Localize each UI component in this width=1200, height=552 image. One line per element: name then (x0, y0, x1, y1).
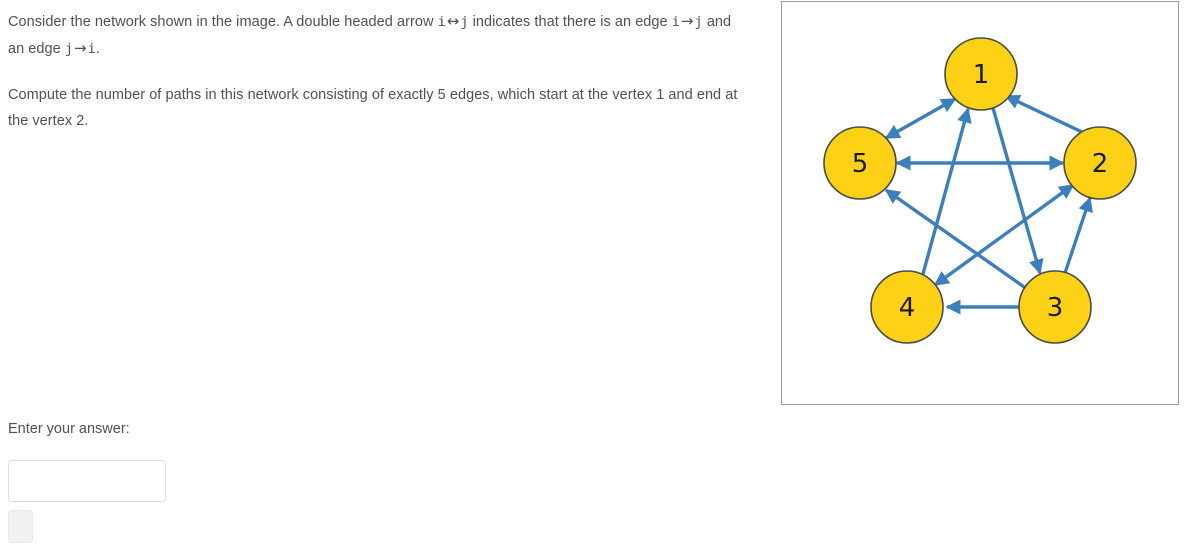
question-text-segment-2: indicates that there is an edge (468, 14, 672, 30)
graph-node-1: 1 (944, 37, 1018, 111)
edge-1-5 (884, 97, 957, 140)
question-page: Consider the network shown in the image.… (0, 0, 1200, 552)
node-label-2: 2 (1092, 149, 1109, 179)
question-text-segment: Consider the network shown in the image.… (8, 14, 438, 30)
node-label-4: 4 (899, 293, 916, 323)
symbol-j: j (460, 14, 469, 30)
right-arrow-icon-1: → (680, 12, 694, 30)
edge-1-3 (991, 107, 1044, 275)
question-text-column: Consider the network shown in the image.… (0, 0, 760, 134)
graph-node-3: 3 (1018, 270, 1092, 344)
symbol-i: i (437, 14, 446, 30)
graph-node-2: 2 (1063, 126, 1137, 200)
edge-4-2 (933, 183, 1075, 287)
right-arrow-icon-2: → (74, 39, 87, 57)
graph-node-5: 5 (823, 126, 897, 200)
answer-input[interactable] (8, 460, 166, 502)
answer-area: Enter your answer: (8, 418, 408, 543)
node-label-1: 1 (973, 60, 990, 90)
symbol-i-2: i (671, 14, 680, 30)
answer-prompt-label: Enter your answer: (8, 421, 130, 437)
question-text-segment-4: . (95, 41, 100, 57)
bidirectional-arrow-icon: ↔ (446, 12, 460, 30)
symbol-j-2: j (694, 14, 703, 30)
question-paragraph-1: Consider the network shown in the image.… (8, 8, 743, 62)
graph-node-4: 4 (870, 270, 944, 344)
symbol-i-3: i (87, 41, 96, 57)
graph-nodes: 1 2 3 4 5 (823, 37, 1137, 344)
question-paragraph-2: Compute the number of paths in this netw… (8, 87, 738, 129)
edge-2-1 (1004, 94, 1083, 134)
node-label-5: 5 (852, 149, 869, 179)
node-label-3: 3 (1047, 293, 1064, 323)
submit-button[interactable] (8, 510, 33, 543)
edge-4-1 (921, 107, 972, 275)
symbol-j-3: j (64, 41, 74, 57)
network-graph-svg: 1 2 3 4 5 (823, 37, 1137, 344)
network-figure: 1 2 3 4 5 (781, 1, 1179, 405)
edge-3-2 (1063, 196, 1093, 274)
